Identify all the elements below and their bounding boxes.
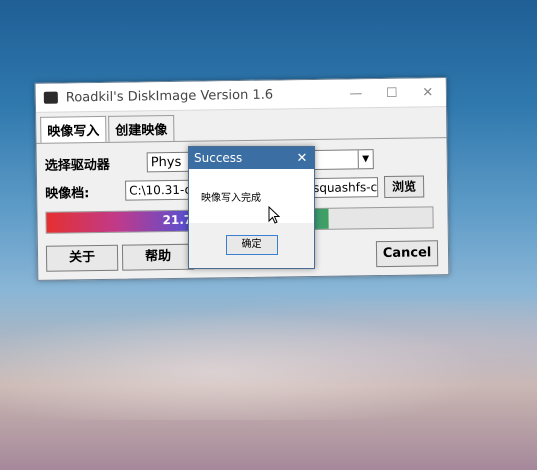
image-file-value-left: C:\10.31-o <box>129 182 192 198</box>
tab-write-image[interactable]: 映像写入 <box>40 115 107 143</box>
window-title: Roadkil's DiskImage Version 1.6 <box>65 87 274 105</box>
dialog-close-icon[interactable]: ✕ <box>290 151 314 166</box>
success-dialog: Success ✕ 映像写入完成 确定 <box>188 146 315 269</box>
image-file-label: 映像档: <box>45 185 90 202</box>
app-icon <box>43 91 58 104</box>
maximize-icon[interactable]: ☐ <box>374 85 410 101</box>
about-button[interactable]: 关于 <box>45 244 119 272</box>
tab-create-image[interactable]: 创建映像 <box>108 114 175 142</box>
chevron-down-icon[interactable]: ▼ <box>357 150 373 169</box>
ok-button[interactable]: 确定 <box>225 235 278 255</box>
help-button[interactable]: 帮助 <box>121 243 195 271</box>
desktop-background <box>0 300 537 420</box>
browse-button[interactable]: 浏览 <box>383 175 425 199</box>
minimize-icon[interactable]: — <box>338 86 374 102</box>
dialog-title: Success <box>194 151 243 165</box>
drive-label: 选择驱动器 <box>44 157 110 174</box>
drive-value: Phys <box>150 154 182 170</box>
mouse-pointer-icon <box>268 206 280 224</box>
close-icon[interactable]: ✕ <box>410 85 446 101</box>
dialog-message: 映像写入完成 <box>189 169 314 223</box>
cancel-button[interactable]: Cancel <box>375 240 439 268</box>
dialog-title-bar[interactable]: Success ✕ <box>189 147 314 169</box>
